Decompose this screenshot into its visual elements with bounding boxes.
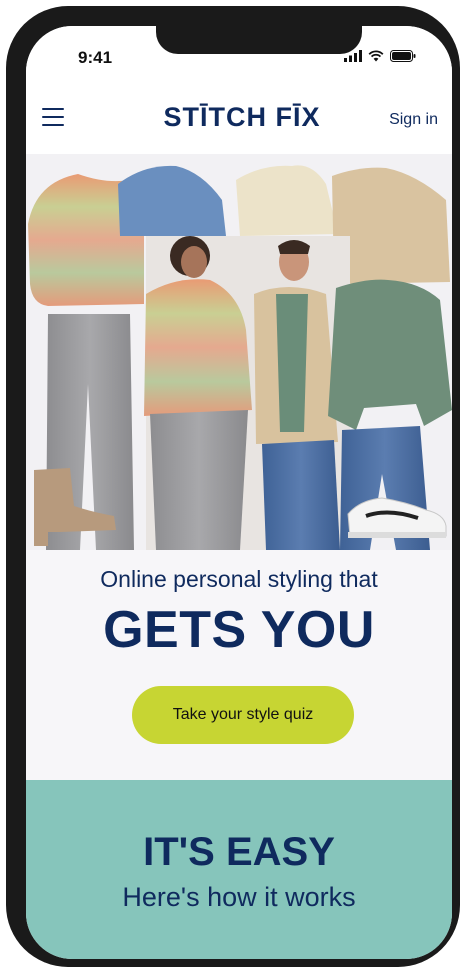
hero-tagline: Online personal styling that — [100, 566, 378, 592]
how-it-works-section: IT'S EASY Here's how it works — [26, 780, 452, 959]
brand-logo[interactable]: STĪTCH FĪX — [152, 102, 332, 133]
status-time: 9:41 — [78, 48, 113, 67]
phone-notch — [156, 26, 362, 54]
top-nav: STĪTCH FĪX Sign in — [26, 90, 452, 154]
denim-shirt — [118, 165, 226, 236]
battery-icon — [390, 50, 416, 62]
style-quiz-button[interactable]: Take your style quiz — [132, 686, 354, 744]
menu-icon[interactable] — [42, 108, 64, 128]
phone-screen: 9:41 STĪTCH FĪX Sign in Online personal … — [26, 26, 452, 959]
phone-frame: 9:41 STĪTCH FĪX Sign in Online personal … — [6, 6, 460, 967]
white-sneaker — [347, 497, 447, 538]
hero-collage — [26, 154, 452, 550]
green-sweatshirt — [328, 279, 452, 430]
hero-headline: GETS YOU — [103, 601, 375, 659]
sign-in-link[interactable]: Sign in — [389, 111, 438, 129]
section-subtitle: Here's how it works — [122, 882, 356, 912]
section-title: IT'S EASY — [143, 830, 335, 874]
clothing-collage-image — [28, 165, 452, 550]
status-icons — [344, 50, 416, 62]
wifi-icon — [368, 50, 384, 62]
cream-polo — [236, 165, 338, 236]
